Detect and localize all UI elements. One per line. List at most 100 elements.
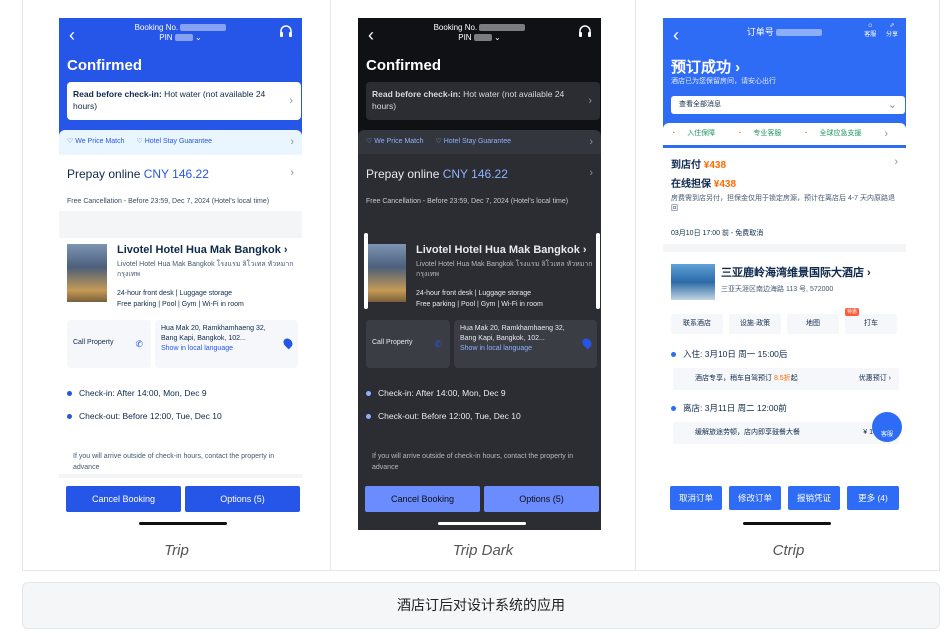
action-bar: Cancel Booking Options (5) bbox=[59, 478, 302, 530]
payment-card[interactable]: 到店付 ¥438 在线担保 ¥438 房费需到店另付，担保金仅用于锁定房源，预计… bbox=[663, 148, 906, 244]
guarantee-bar[interactable]: ◔ 入住保障 ◔ 专业客服 ◔ 全球应急支援 › bbox=[663, 123, 906, 145]
redacted-pin bbox=[174, 34, 193, 42]
guarantee-bar[interactable]: ♡ We Price Match ♡ Hotel Stay Guarantee … bbox=[59, 130, 302, 154]
home-indicator bbox=[438, 522, 526, 525]
top-bar: ‹ Booking No. PIN ⌄ bbox=[358, 18, 601, 62]
headset-icon[interactable] bbox=[578, 25, 592, 39]
checkin-notice[interactable]: Read before check-in: Hot water (not ava… bbox=[67, 82, 301, 120]
chevron-right-icon: › bbox=[589, 136, 593, 148]
local-language-link[interactable]: Show in local language bbox=[161, 345, 233, 352]
deposit-row: 在线担保 ¥438 bbox=[671, 175, 898, 190]
chevron-right-icon: › bbox=[289, 95, 293, 107]
local-language-link[interactable]: Show in local language bbox=[460, 345, 532, 352]
hotel-address: 三亚天涯区南边海路 113 号, 572000 bbox=[721, 286, 834, 293]
scroll-handle-right[interactable] bbox=[596, 233, 600, 309]
chevron-right-icon: › bbox=[588, 95, 592, 107]
panel-caption: Trip Dark bbox=[452, 542, 514, 559]
hotel-name[interactable]: 三亚鹿岭海湾维景国际大酒店 › bbox=[721, 264, 871, 280]
hotel-local-name: Livotel Hotel Hua Mak Bangkok โรงแรม ลิโ… bbox=[117, 261, 294, 278]
taxi-chip[interactable]: 打车 特惠 bbox=[845, 308, 897, 334]
address-box[interactable]: Hua Mak 20, Ramkhamhaeng 32, Bang Kapi, … bbox=[155, 320, 298, 368]
free-cancellation[interactable]: Free Cancellation - Before 23:59, Dec 7,… bbox=[366, 197, 586, 207]
food-row[interactable]: 缓解旅途劳顿，店内即享鼓餐大餐 ¥ 1 bbox=[673, 422, 899, 444]
scroll-handle-left[interactable] bbox=[364, 233, 368, 309]
cancel-booking-button[interactable]: Cancel Booking bbox=[66, 486, 181, 512]
hotel-name[interactable]: Livotel Hotel Hua Mak Bangkok › bbox=[416, 244, 596, 256]
chevron-down-icon: ⌄ bbox=[887, 99, 897, 111]
location-pin-icon bbox=[281, 336, 295, 350]
map-chip[interactable]: 地图 bbox=[787, 314, 839, 334]
facilities[interactable]: 24-hour front desk | Luggage storage Free… bbox=[117, 288, 297, 310]
hotel-thumbnail[interactable] bbox=[366, 244, 406, 302]
chevron-right-icon: › bbox=[589, 167, 593, 179]
pin-label: PIN bbox=[159, 33, 173, 42]
address-box[interactable]: Hua Mak 20, Ramkhamhaeng 32, Bang Kapi, … bbox=[454, 320, 597, 368]
arrival-note: If you will arrive outside of check-in h… bbox=[372, 453, 574, 471]
checkin-text: 入住: 3月10日 周一 15:00后 bbox=[683, 349, 788, 359]
guarantee-label-3: 全球应急支援 bbox=[819, 130, 862, 137]
chevron-down-icon[interactable]: ⌄ bbox=[494, 33, 501, 42]
more-button[interactable]: 更多 (4) bbox=[847, 486, 899, 510]
messages-dropdown[interactable]: 查看全部消息 ⌄ bbox=[671, 96, 905, 114]
pay-hotel-row: 到店付 ¥438 bbox=[671, 156, 898, 171]
free-cancellation[interactable]: Free Cancellation - Before 23:59, Dec 7,… bbox=[67, 197, 287, 207]
payment-description: 房费需到店另付，担保金仅用于锁定房源，预计在离店后 4-7 天内原路退回 bbox=[671, 195, 896, 212]
stay-guarantee: ♡ Hotel Stay Guarantee bbox=[435, 138, 512, 145]
cancel-booking-button[interactable]: Cancel Booking bbox=[365, 486, 480, 512]
bullet bbox=[67, 414, 72, 420]
receipt-button[interactable]: 报销凭证 bbox=[788, 486, 840, 510]
chevron-right-icon: › bbox=[884, 128, 888, 140]
check-icon: ◔ bbox=[737, 130, 742, 137]
chevron-down-icon[interactable]: ⌄ bbox=[195, 33, 202, 42]
options-button[interactable]: Options (5) bbox=[484, 486, 599, 512]
transfer-suffix: 起 bbox=[790, 375, 798, 382]
facilities[interactable]: 24-hour front desk | Luggage storage Free… bbox=[416, 288, 596, 310]
options-button[interactable]: Options (5) bbox=[185, 486, 300, 512]
headset-icon[interactable] bbox=[279, 25, 293, 39]
customer-service-bubble[interactable]: 客服 bbox=[872, 412, 902, 442]
guarantee-label-1: 入住保障 bbox=[687, 130, 716, 137]
transfer-link[interactable]: 优惠预订 › bbox=[859, 368, 891, 390]
booking-label: Booking No. bbox=[134, 23, 179, 32]
price-match: ♡ We Price Match bbox=[366, 138, 424, 145]
check-icon: ◔ bbox=[671, 130, 676, 137]
contact-hotel-chip[interactable]: 联系酒店 bbox=[671, 314, 723, 334]
panel-trip-dark: ‹ Booking No. PIN ⌄ Confirmed Read befor… bbox=[330, 0, 635, 571]
service-icon[interactable]: ☺ 客服 bbox=[864, 23, 876, 38]
pay-hotel-amount: ¥438 bbox=[703, 160, 727, 171]
cancel-policy[interactable]: 03月10日 17:00 前 - 免费取消 bbox=[671, 228, 898, 238]
call-property-button[interactable]: Call Property ✆ bbox=[67, 320, 151, 368]
header-icons: ☺ 客服 ⇗ 分享 bbox=[864, 22, 898, 38]
share-icon[interactable]: ⇗ 分享 bbox=[886, 22, 898, 38]
hotel-thumbnail[interactable] bbox=[67, 244, 107, 302]
checkin-notice[interactable]: Read before check-in: Hot water (not ava… bbox=[366, 82, 600, 120]
notice-bold: Read before check-in: bbox=[372, 89, 461, 99]
stay-guarantee-label: Hotel Stay Guarantee bbox=[443, 138, 512, 145]
transfer-row[interactable]: 酒店专享，稍车自驾预订 8.5折起 优惠预订 › bbox=[673, 368, 899, 390]
prepay-amount: CNY 146.22 bbox=[442, 167, 508, 181]
facilities-line-1: 24-hour front desk | Luggage storage bbox=[416, 290, 532, 297]
checkin-text: Check-in: After 14:00, Mon, Dec 9 bbox=[79, 388, 207, 398]
hotel-thumbnail[interactable] bbox=[671, 264, 715, 300]
call-property-button[interactable]: Call Property ✆ bbox=[366, 320, 450, 368]
status-title: 预订成功 › bbox=[671, 59, 741, 76]
call-label: Call Property bbox=[73, 339, 114, 346]
hotel-name[interactable]: Livotel Hotel Hua Mak Bangkok › bbox=[117, 244, 297, 256]
location-pin-icon bbox=[580, 336, 594, 350]
taxi-label: 打车 bbox=[864, 320, 878, 327]
footer-caption: 酒店订后对设计系统的应用 bbox=[22, 582, 940, 629]
home-indicator bbox=[139, 522, 227, 525]
modify-order-button[interactable]: 修改订单 bbox=[729, 486, 781, 510]
address-text: Hua Mak 20, Ramkhamhaeng 32, Bang Kapi, … bbox=[161, 325, 266, 342]
facilities-chip[interactable]: 设施·政策 bbox=[729, 314, 781, 334]
prepay-label: Prepay online bbox=[366, 167, 443, 181]
checkin-row: Check-in: After 14:00, Mon, Dec 9 bbox=[366, 388, 506, 398]
price-match-label: We Price Match bbox=[75, 138, 125, 145]
address-text: Hua Mak 20, Ramkhamhaeng 32, Bang Kapi, … bbox=[460, 325, 565, 342]
checkout-text: Check-out: Before 12:00, Tue, Dec 10 bbox=[79, 411, 222, 421]
cancel-order-button[interactable]: 取消订单 bbox=[670, 486, 722, 510]
booking-info: Booking No. PIN ⌄ bbox=[358, 23, 601, 43]
guarantee-bar[interactable]: ♡ We Price Match ♡ Hotel Stay Guarantee … bbox=[358, 130, 601, 154]
panel-caption: Trip bbox=[164, 542, 189, 559]
transfer-link-label: 优惠预订 bbox=[858, 375, 887, 382]
